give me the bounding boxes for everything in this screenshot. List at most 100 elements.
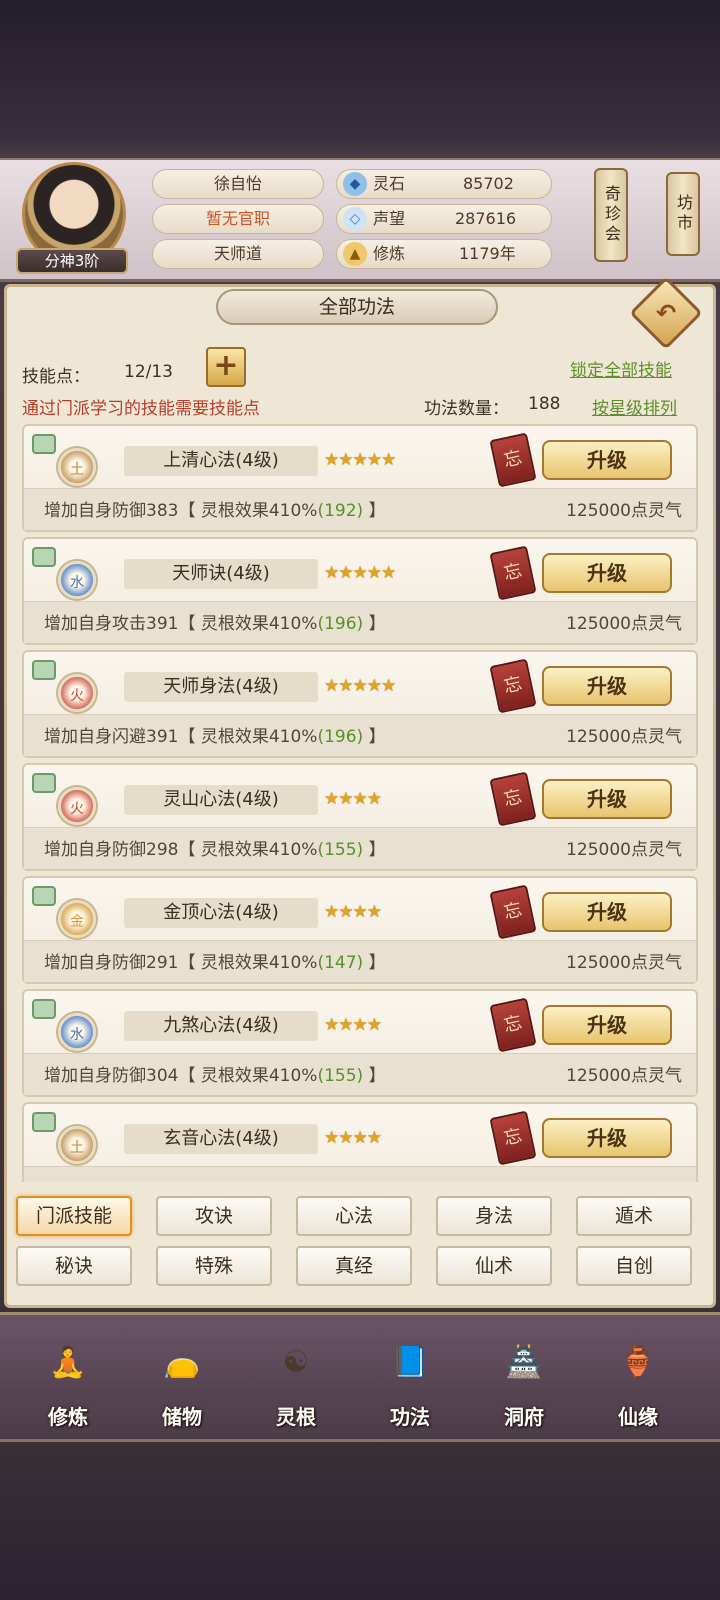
tab-9[interactable]: 仙术 <box>436 1246 552 1286</box>
storage-bag-icon: 👝 <box>163 1345 201 1380</box>
technique-effect: 增加自身防御291【 灵根效果410%(147) 】 <box>44 953 386 973</box>
technique-card[interactable]: 火灵山心法(4级) ★★★★ 忘升级 增加自身防御298【 灵根效果410%(155)… <box>22 763 698 871</box>
back-arrow-icon: ↶ <box>655 299 677 327</box>
upgrade-button[interactable]: 升级 <box>542 779 672 819</box>
nav-cave-dwelling[interactable]: 🏯 洞府 <box>474 1320 574 1436</box>
nav-label: 功法 <box>390 1405 430 1429</box>
jade-slip-icon <box>32 999 56 1019</box>
nav-cultivation[interactable]: 🧘 修炼 <box>18 1320 118 1436</box>
technique-effect: 增加自身防御383【 灵根效果410%(192) 】 <box>44 501 386 521</box>
element-icon: 水 <box>58 561 96 599</box>
technique-card[interactable]: 土玄音心法(4级) ★★★★ 忘升级 <box>22 1102 698 1182</box>
forget-button[interactable]: 忘 <box>489 1110 537 1166</box>
technique-name: 玄音心法(4级) <box>124 1124 318 1154</box>
skill-points-label: 技能点： <box>22 367 90 387</box>
element-icon: 火 <box>58 674 96 712</box>
technique-name: 金顶心法(4级) <box>124 898 318 928</box>
jade-slip-icon <box>32 773 56 793</box>
nav-immortal-fate[interactable]: 🏺 仙缘 <box>588 1320 688 1436</box>
forget-button[interactable]: 忘 <box>489 432 537 488</box>
forget-button[interactable]: 忘 <box>489 771 537 827</box>
reputation-icon: ◇ <box>343 207 367 231</box>
add-skill-point-button[interactable]: + <box>206 347 246 387</box>
nav-label: 仙缘 <box>618 1405 658 1429</box>
immortal-fate-icon: 🏺 <box>619 1345 657 1380</box>
effect-bar <box>24 1166 696 1182</box>
forget-button[interactable]: 忘 <box>489 658 537 714</box>
technique-card[interactable]: 水九煞心法(4级) ★★★★ 忘升级增加自身防御304【 灵根效果410%(155)… <box>22 989 698 1097</box>
cultivation-time-stat: ▲ 修炼 1179年 <box>336 239 552 269</box>
tab-8[interactable]: 真经 <box>296 1246 412 1286</box>
element-icon: 土 <box>58 1126 96 1164</box>
technique-card[interactable]: 土上清心法(4级) ★★★★★ 忘升级 增加自身防御383【 灵根效果410%(192… <box>22 424 698 532</box>
sect-name: 天师道 <box>152 239 324 269</box>
forget-button[interactable]: 忘 <box>489 997 537 1053</box>
upgrade-button[interactable]: 升级 <box>542 553 672 593</box>
star-rating: ★★★★ <box>324 789 382 809</box>
market-button[interactable]: 坊市 <box>666 172 700 256</box>
nav-storage-bag[interactable]: 👝 储物 <box>132 1320 232 1436</box>
upgrade-button[interactable]: 升级 <box>542 666 672 706</box>
technique-name: 天师身法(4级) <box>124 672 318 702</box>
lock-all-skills-link[interactable]: 锁定全部技能 <box>570 356 672 381</box>
star-rating: ★★★★★ <box>324 676 396 696</box>
panel-title: 全部功法 <box>216 289 498 325</box>
spirit-stone-stat: ◆ 灵石 85702 <box>336 169 552 199</box>
skill-point-note: 通过门派学习的技能需要技能点 <box>22 399 260 419</box>
technique-name: 九煞心法(4级) <box>124 1011 318 1041</box>
upgrade-button[interactable]: 升级 <box>542 1118 672 1158</box>
sort-by-star-link[interactable]: 按星级排列 <box>592 394 677 419</box>
upgrade-cost: 125000点灵气 <box>566 840 682 860</box>
jade-slip-icon <box>32 547 56 567</box>
star-rating: ★★★★ <box>324 1128 382 1148</box>
jade-slip-icon <box>32 434 56 454</box>
upgrade-cost: 125000点灵气 <box>566 953 682 973</box>
upgrade-button[interactable]: 升级 <box>542 892 672 932</box>
technique-card[interactable]: 水天师诀(4级) ★★★★★ 忘升级 增加自身攻击391【 灵根效果410%(196)… <box>22 537 698 645</box>
treasure-auction-button[interactable]: 奇珍会 <box>594 168 628 262</box>
upgrade-cost: 125000点灵气 <box>566 727 682 747</box>
upgrade-button[interactable]: 升级 <box>542 440 672 480</box>
forget-button[interactable]: 忘 <box>489 545 537 601</box>
jade-slip-icon <box>32 660 56 680</box>
tab-6[interactable]: 秘诀 <box>16 1246 132 1286</box>
tab-5[interactable]: 遁术 <box>576 1196 692 1236</box>
tab-2[interactable]: 攻诀 <box>156 1196 272 1236</box>
tab-1[interactable]: 门派技能 <box>16 1196 132 1236</box>
element-icon: 金 <box>58 900 96 938</box>
skill-points-value: 12/13 <box>124 362 173 382</box>
jade-slip-icon <box>32 1112 56 1132</box>
star-rating: ★★★★★ <box>324 563 396 583</box>
technique-card[interactable]: 火天师身法(4级) ★★★★★ 忘升级 增加自身闪避391【 灵根效果410%(196… <box>22 650 698 758</box>
tab-4[interactable]: 身法 <box>436 1196 552 1236</box>
plus-icon: + <box>213 348 239 383</box>
element-icon: 火 <box>58 787 96 825</box>
nav-label: 灵根 <box>276 1405 316 1429</box>
cultivation-icon: 🧘 <box>49 1345 87 1380</box>
technique-name: 灵山心法(4级) <box>124 785 318 815</box>
spirit-root-icon: ☯ <box>282 1345 310 1380</box>
technique-book-icon: 📘 <box>391 1345 429 1380</box>
technique-effect: 增加自身防御304【 灵根效果410%(155) 】 <box>44 1066 386 1086</box>
technique-count-label: 功法数量： <box>424 399 509 419</box>
nav-technique-book[interactable]: 📘 功法 <box>360 1320 460 1436</box>
nav-spirit-root[interactable]: ☯ 灵根 <box>246 1320 346 1436</box>
meditation-icon: ▲ <box>343 242 367 266</box>
technique-count-value: 188 <box>528 394 561 414</box>
tab-7[interactable]: 特殊 <box>156 1246 272 1286</box>
technique-list[interactable]: 土上清心法(4级) ★★★★★ 忘升级 增加自身防御383【 灵根效果410%(192… <box>22 424 698 1182</box>
star-rating: ★★★★★ <box>324 450 396 470</box>
element-icon: 土 <box>58 448 96 486</box>
official-title: 暂无官职 <box>152 204 324 234</box>
technique-card[interactable]: 金金顶心法(4级) ★★★★ 忘升级增加自身防御291【 灵根效果410%(147)… <box>22 876 698 984</box>
forget-button[interactable]: 忘 <box>489 884 537 940</box>
star-rating: ★★★★ <box>324 1015 382 1035</box>
upgrade-button[interactable]: 升级 <box>542 1005 672 1045</box>
tab-3[interactable]: 心法 <box>296 1196 412 1236</box>
upgrade-cost: 125000点灵气 <box>566 614 682 634</box>
element-icon: 水 <box>58 1013 96 1051</box>
tab-10[interactable]: 自创 <box>576 1246 692 1286</box>
star-rating: ★★★★ <box>324 902 382 922</box>
jade-slip-icon <box>32 886 56 906</box>
nav-label: 储物 <box>162 1405 202 1429</box>
